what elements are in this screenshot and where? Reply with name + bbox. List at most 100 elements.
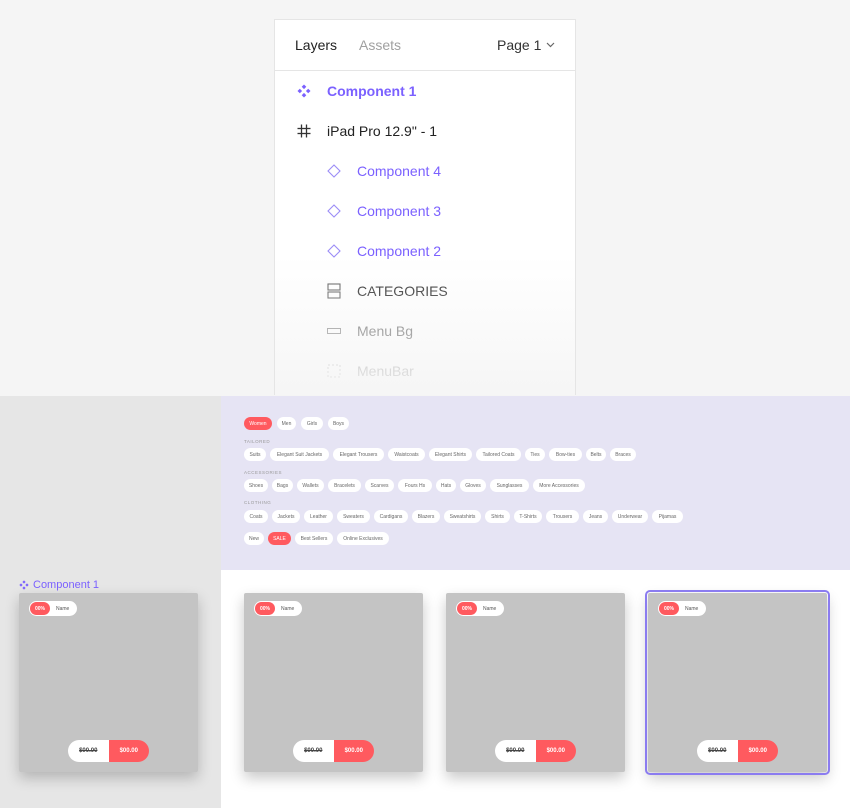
layer-item-component-3[interactable]: Component 3: [327, 191, 441, 231]
price-pill: $00.00 $00.00: [697, 740, 778, 762]
layer-label: Component 3: [357, 203, 442, 219]
frame-icon: [297, 124, 311, 138]
menu-chip[interactable]: Suits: [244, 448, 266, 461]
menu-chip[interactable]: Bow-ties: [549, 448, 582, 461]
layer-item-component-2[interactable]: Component 2: [327, 231, 441, 271]
discount-tag: 00% Name: [658, 601, 706, 616]
layers-panel: Layers Assets Page 1 Component 1 iPad Pr…: [274, 19, 576, 395]
tab-assets[interactable]: Assets: [359, 37, 401, 53]
menu-chip[interactable]: Online Exclusives: [337, 532, 389, 545]
layer-label: MenuBar: [357, 363, 414, 379]
layer-label: Component 1: [327, 83, 417, 99]
layer-item-menu-bg[interactable]: Menu Bg: [327, 311, 413, 351]
menu-chip[interactable]: Braces: [610, 448, 636, 461]
section-label-tailored: TAILORED: [244, 439, 271, 444]
menu-chip[interactable]: Blazers: [412, 510, 440, 523]
instance-icon: [327, 204, 341, 218]
menu-chip[interactable]: Sweaters: [337, 510, 370, 523]
menu-chip[interactable]: Gloves: [460, 479, 486, 492]
menubar[interactable]: Women Men Girls Boys TAILORED Suits Eleg…: [221, 396, 850, 570]
layer-item-categories[interactable]: CATEGORIES: [327, 271, 448, 311]
menu-chip[interactable]: T-Shirts: [514, 510, 542, 523]
menu-chip[interactable]: Wallets: [297, 479, 324, 492]
menu-chip[interactable]: Elegant Shirts: [429, 448, 472, 461]
old-price: $00.00: [68, 740, 109, 762]
menu-chip[interactable]: Best Sellers: [295, 532, 333, 545]
section-label-accessories: ACCESSORIES: [244, 470, 283, 475]
menu-chip[interactable]: New: [244, 532, 264, 545]
component-main-icon: [19, 580, 29, 590]
discount-badge: 00%: [30, 602, 50, 615]
menu-chip[interactable]: More Accessories: [533, 479, 585, 492]
menu-chip[interactable]: Scarves: [365, 479, 394, 492]
menu-chip[interactable]: Hats: [436, 479, 456, 492]
menu-chip[interactable]: Coats: [244, 510, 268, 523]
component-main-icon: [297, 84, 311, 98]
menu-chip[interactable]: Women: [244, 417, 272, 430]
menu-chip[interactable]: Girls: [301, 417, 323, 430]
menu-chip[interactable]: Jackets: [272, 510, 300, 523]
menu-chip[interactable]: Shirts: [485, 510, 510, 523]
discount-badge: 00%: [255, 602, 275, 615]
menu-chip[interactable]: Leather: [304, 510, 333, 523]
price-pill: $00.00 $00.00: [68, 740, 149, 762]
menu-chip[interactable]: Cardigans: [374, 510, 408, 523]
menu-chip[interactable]: Waistcoats: [388, 448, 425, 461]
section-label-clothing: CLOTHING: [244, 500, 272, 505]
component-label[interactable]: Component 1: [19, 579, 99, 591]
instance-icon: [327, 164, 341, 178]
panel-header: Layers Assets Page 1: [275, 20, 575, 71]
discount-tag: 00% Name: [456, 601, 504, 616]
menu-chip[interactable]: Pijamas: [652, 510, 683, 523]
menu-chip[interactable]: Fours Hs: [398, 479, 432, 492]
discount-badge: 00%: [659, 602, 679, 615]
menu-chip[interactable]: Sunglasses: [490, 479, 529, 492]
menu-chip[interactable]: Belts: [586, 448, 606, 461]
menu-chip[interactable]: Shoes: [244, 479, 268, 492]
layer-item-component-4[interactable]: Component 4: [327, 151, 441, 191]
old-price: $00.00: [697, 740, 738, 762]
menu-chip[interactable]: Underwear: [612, 510, 648, 523]
menu-chip[interactable]: Elegant Suit Jackets: [270, 448, 329, 461]
product-name: Name: [281, 605, 295, 612]
layer-item-menubar[interactable]: MenuBar: [327, 351, 414, 391]
product-name: Name: [685, 605, 699, 612]
layer-label: Menu Bg: [357, 323, 414, 339]
menu-chip[interactable]: Bags: [272, 479, 293, 492]
component-label-text: Component 1: [33, 579, 100, 591]
product-card-instance[interactable]: 00% Name $00.00 $00.00: [446, 593, 625, 772]
discount-tag: 00% Name: [254, 601, 302, 616]
menu-chip-sale[interactable]: SALE: [268, 532, 291, 545]
rectangle-icon: [327, 324, 341, 338]
group-icon: [327, 283, 341, 299]
menu-chip[interactable]: Bracelets: [328, 479, 361, 492]
price-pill: $00.00 $00.00: [293, 740, 374, 762]
page-select[interactable]: Page 1: [497, 37, 555, 53]
menu-chip[interactable]: Elegant Trousers: [333, 448, 384, 461]
menu-chip[interactable]: Ties: [525, 448, 545, 461]
new-price: $00.00: [108, 740, 149, 762]
price-pill: $00.00 $00.00: [495, 740, 576, 762]
old-price: $00.00: [495, 740, 536, 762]
discount-badge: 00%: [457, 602, 477, 615]
menu-chip[interactable]: Tailored Coats: [476, 448, 521, 461]
layer-label: Component 4: [357, 163, 442, 179]
discount-tag: 00% Name: [29, 601, 77, 616]
product-card-instance[interactable]: 00% Name $00.00 $00.00: [244, 593, 423, 772]
tab-layers[interactable]: Layers: [295, 37, 337, 53]
menu-chip[interactable]: Trousers: [546, 510, 579, 523]
page-select-label: Page 1: [497, 37, 542, 53]
product-card-instance-selected[interactable]: 00% Name $00.00 $00.00: [645, 590, 830, 775]
layer-item-ipad-frame[interactable]: iPad Pro 12.9" - 1: [297, 111, 437, 151]
new-price: $00.00: [737, 740, 778, 762]
chevron-down-icon: [546, 42, 555, 48]
menu-chip[interactable]: Sweatshirts: [444, 510, 481, 523]
menu-chip[interactable]: Men: [277, 417, 296, 430]
layer-item-component-1[interactable]: Component 1: [297, 71, 416, 111]
product-card-main-component[interactable]: 00% Name $00.00 $00.00: [19, 593, 198, 772]
old-price: $00.00: [293, 740, 334, 762]
menu-chip[interactable]: Jeans: [583, 510, 608, 523]
menu-chip[interactable]: Boys: [328, 417, 349, 430]
new-price: $00.00: [333, 740, 374, 762]
product-name: Name: [56, 605, 70, 612]
